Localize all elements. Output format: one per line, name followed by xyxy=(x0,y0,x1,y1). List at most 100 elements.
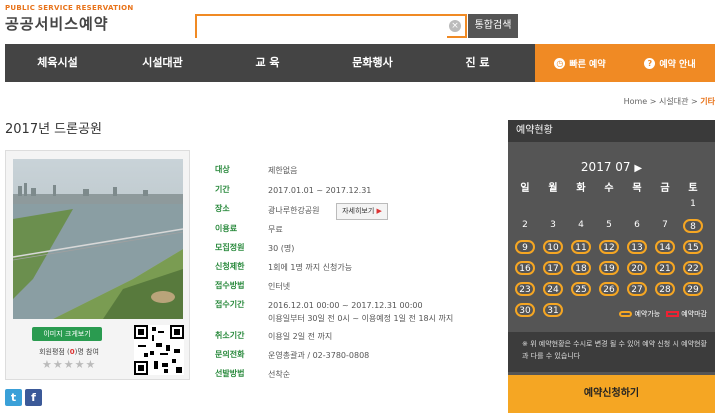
legend-closed-swatch xyxy=(666,311,680,317)
breadcrumb-home[interactable]: Home xyxy=(624,97,648,106)
calendar-day: 3 xyxy=(550,220,556,230)
apply-button[interactable]: 예약신청하기 xyxy=(508,375,715,413)
calendar-day-available[interactable]: 9 xyxy=(515,240,535,254)
weekday-label: 수 xyxy=(604,183,614,194)
search-button[interactable]: 통합검색 xyxy=(468,14,518,38)
legend-available: 예약가능 xyxy=(619,309,660,319)
site-logo[interactable]: PUBLIC SERVICE RESERVATION 공공서비스예약 xyxy=(5,4,134,34)
place-detail-button[interactable]: 자세히보기 ▶ xyxy=(336,203,388,220)
calendar-day-available[interactable]: 23 xyxy=(515,282,535,296)
info-value: 30 (명) xyxy=(268,244,295,253)
apply-period-line2: 이용일부터 30일 전 0시 ~ 이용예정 1일 전 18시 까지 xyxy=(268,314,454,323)
calendar-day-available[interactable]: 28 xyxy=(655,282,675,296)
calendar-day-available[interactable]: 29 xyxy=(683,282,703,296)
calendar-legend: 예약가능 예약마감 xyxy=(619,309,707,319)
nav-item-culture[interactable]: 문화행사 xyxy=(320,44,425,82)
info-value: 1회에 1명 까지 신청가능 xyxy=(268,263,353,272)
reserve-guide-button[interactable]: ? 예약 안내 xyxy=(625,44,715,82)
info-label: 이용료 xyxy=(215,224,238,233)
weekday-label: 목 xyxy=(632,183,642,194)
search-box: × xyxy=(195,14,467,39)
calendar-day: 4 xyxy=(578,220,584,230)
info-value: 제한없음 xyxy=(268,166,298,175)
breadcrumb-sep: > xyxy=(649,97,657,106)
weekday-label: 토 xyxy=(688,183,698,194)
info-label: 선발방법 xyxy=(215,369,245,378)
calendar-month-label: 2017 07 xyxy=(580,160,631,174)
info-value: 선착순 xyxy=(268,370,291,379)
quick-nav: ◷ 빠른 예약 ? 예약 안내 xyxy=(535,44,715,82)
calendar-day-available[interactable]: 16 xyxy=(515,261,535,275)
info-label: 기간 xyxy=(215,185,230,194)
logo-title: 공공서비스예약 xyxy=(5,15,109,33)
info-value: 인터넷 xyxy=(268,282,291,291)
weekday-label: 화 xyxy=(576,183,586,194)
info-value: 2017.01.01 ~ 2017.12.31 xyxy=(268,186,372,195)
calendar-day-available[interactable]: 19 xyxy=(599,261,619,275)
calendar-day-available[interactable]: 21 xyxy=(655,261,675,275)
place-name: 광나루한강공원 xyxy=(268,206,320,215)
calendar-day-available[interactable]: 12 xyxy=(599,240,619,254)
calendar-day-available[interactable]: 27 xyxy=(627,282,647,296)
page-title: 2017년 드론공원 xyxy=(5,122,103,137)
info-value: 2016.12.01 00:00 ~ 2017.12.31 00:00 이용일부… xyxy=(268,299,508,325)
weekday-label: 월 xyxy=(548,183,558,194)
nav-item-facility[interactable]: 시설대관 xyxy=(110,44,215,82)
clear-icon[interactable]: × xyxy=(449,20,461,32)
calendar-day-available[interactable]: 10 xyxy=(543,240,563,254)
star-rating[interactable]: ★★★★★ xyxy=(42,358,96,371)
next-month-icon[interactable]: ▶ xyxy=(634,163,642,174)
rating-suffix: )명 참여 xyxy=(74,348,99,356)
panel-title: 예약현황 xyxy=(508,120,715,142)
calendar-day-available[interactable]: 11 xyxy=(571,240,591,254)
info-label: 문의전화 xyxy=(215,350,245,359)
calendar-day-available[interactable]: 26 xyxy=(599,282,619,296)
calendar-day-available[interactable]: 20 xyxy=(627,261,647,275)
info-label: 모집정원 xyxy=(215,243,245,252)
breadcrumb-sep: > xyxy=(691,97,698,106)
breadcrumb-facility[interactable]: 시설대관 xyxy=(659,97,688,106)
social-share: t f xyxy=(5,389,42,406)
legend-closed-label: 예약마감 xyxy=(681,310,707,318)
weekday-label: 일 xyxy=(520,183,530,194)
info-label: 신청제한 xyxy=(215,262,245,271)
info-value: 이용일 2일 전 까지 xyxy=(268,332,333,341)
breadcrumb-current: 기타 xyxy=(700,97,715,106)
info-value: 무료 xyxy=(268,225,283,234)
weekday-label: 금 xyxy=(660,183,670,194)
rating-text: 회원평점 (0)명 참여 xyxy=(32,347,106,357)
clock-icon: ◷ xyxy=(554,57,566,69)
calendar-day-available[interactable]: 24 xyxy=(543,282,563,296)
calendar-day-available[interactable]: 14 xyxy=(655,240,675,254)
calendar-day-available[interactable]: 25 xyxy=(571,282,591,296)
calendar-day-available[interactable]: 31 xyxy=(543,303,563,317)
nav-item-medical[interactable]: 진 료 xyxy=(425,44,530,82)
info-label: 취소기간 xyxy=(215,331,245,340)
calendar-day-available[interactable]: 22 xyxy=(683,261,703,275)
quick-reserve-button[interactable]: ◷ 빠른 예약 xyxy=(535,44,625,82)
calendar-day-available[interactable]: 17 xyxy=(543,261,563,275)
nav-item-education[interactable]: 교 육 xyxy=(215,44,320,82)
nav-item-sports[interactable]: 체육시설 xyxy=(5,44,110,82)
twitter-icon[interactable]: t xyxy=(5,389,22,406)
place-detail-label: 자세히보기 xyxy=(342,207,375,215)
calendar-day: 2 xyxy=(522,220,528,230)
facility-photo xyxy=(13,159,183,319)
calendar-month: 2017 07 ▶ xyxy=(508,160,715,174)
apply-period-line1: 2016.12.01 00:00 ~ 2017.12.31 00:00 xyxy=(268,301,423,310)
reservation-panel: 예약현황 2017 07 ▶ 일 월 화 수 목 금 토 1 2 3 4 5 6 7 8 9 10 11 12 13 1… xyxy=(508,120,715,413)
info-value: 운영총괄과 / 02-3780-0808 xyxy=(268,351,370,360)
info-label: 대상 xyxy=(215,165,230,174)
search-input[interactable] xyxy=(197,18,447,39)
info-label: 접수방법 xyxy=(215,281,245,290)
info-value: 광나루한강공원 자세히보기 ▶ xyxy=(268,203,508,220)
calendar-day-available[interactable]: 18 xyxy=(571,261,591,275)
facebook-icon[interactable]: f xyxy=(25,389,42,406)
calendar-day-available[interactable]: 8 xyxy=(683,219,703,233)
enlarge-image-button[interactable]: 이미지 크게보기 xyxy=(32,327,102,341)
reservation-note: ※ 위 예약현황은 수시로 변경 될 수 있어 예약 신청 시 예약현황과 다를… xyxy=(508,332,715,372)
calendar-day-available[interactable]: 30 xyxy=(515,303,535,317)
calendar-day-available[interactable]: 13 xyxy=(627,240,647,254)
quick-reserve-label: 빠른 예약 xyxy=(569,59,606,70)
calendar-day-available[interactable]: 15 xyxy=(683,240,703,254)
